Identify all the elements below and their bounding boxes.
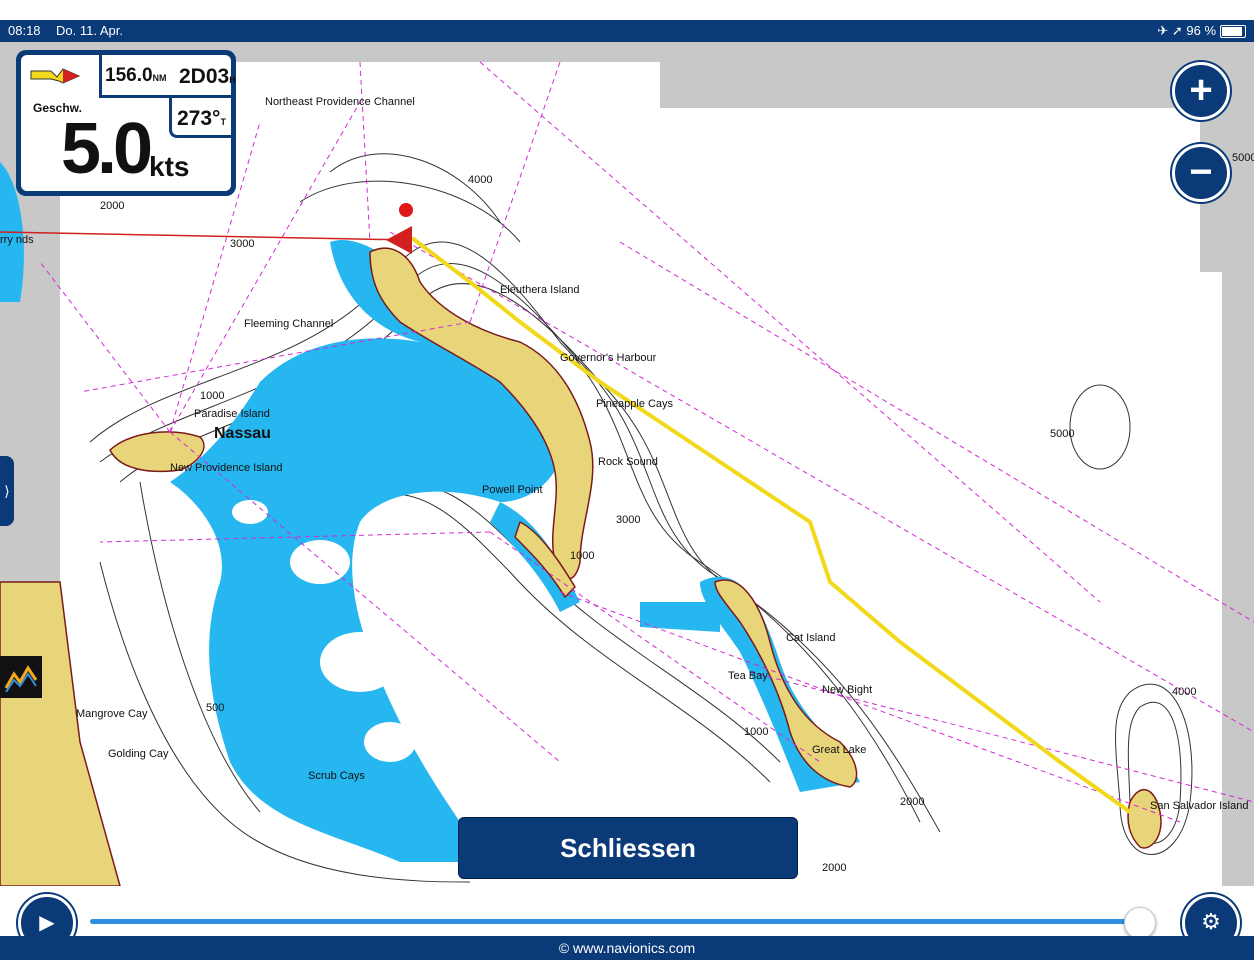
graph-icon bbox=[4, 665, 38, 693]
depth-label: 2000 bbox=[900, 796, 925, 808]
map-label: New Bight bbox=[822, 684, 873, 696]
map-label: Paradise Island bbox=[194, 408, 270, 420]
depth-label: 3000 bbox=[230, 238, 255, 250]
speed-unit: kts bbox=[149, 151, 190, 182]
status-time: 08:18 bbox=[8, 23, 41, 38]
map-label: Northeast Providence Channel bbox=[265, 96, 415, 108]
depth-label: 1000 bbox=[200, 390, 225, 402]
navigation-panel: 156.0NM 2D03H 273°T Geschw. 5.0 kts bbox=[16, 50, 236, 196]
playback-track[interactable] bbox=[90, 919, 1140, 924]
speed-value: 5.0 bbox=[61, 109, 153, 189]
play-icon: ▶ bbox=[39, 912, 55, 934]
zoom-out-button[interactable]: − bbox=[1172, 144, 1230, 202]
side-panel-tab[interactable]: ⟩ bbox=[0, 456, 14, 526]
close-button[interactable]: Schliessen bbox=[458, 817, 798, 879]
battery-icon bbox=[1220, 25, 1246, 38]
status-indicators: ✈ ➚ 96 % bbox=[1157, 23, 1216, 38]
heading-readout: 273°T bbox=[177, 107, 226, 131]
map-label: rry nds bbox=[0, 234, 34, 246]
map-label: Powell Point bbox=[482, 484, 543, 496]
status-date: Do. 11. Apr. bbox=[56, 23, 123, 38]
playback-slider-thumb[interactable] bbox=[1124, 907, 1156, 939]
copyright-footer: © www.navionics.com bbox=[0, 936, 1254, 960]
pin-icon bbox=[399, 203, 413, 217]
depth-label: 1000 bbox=[744, 726, 769, 738]
depth-label: 5000 bbox=[1050, 428, 1075, 440]
eta-unit: H bbox=[229, 75, 236, 85]
distance-value: 156.0 bbox=[105, 65, 153, 86]
map-label: New Providence Island bbox=[170, 462, 283, 474]
chart-layer-button[interactable] bbox=[0, 656, 42, 698]
eta-value: 2D03 bbox=[179, 65, 230, 88]
depth-label: 500 bbox=[206, 702, 225, 714]
zoom-in-button[interactable]: + bbox=[1172, 62, 1230, 120]
map-label-nassau: Nassau bbox=[214, 425, 271, 442]
map-label: Governor's Harbour bbox=[560, 352, 657, 364]
map-label: Mangrove Cay bbox=[76, 708, 148, 720]
heading-unit: T bbox=[220, 117, 226, 127]
route-arrow-icon bbox=[30, 68, 81, 84]
distance-unit: NM bbox=[152, 73, 167, 83]
depth-label: 1000 bbox=[570, 550, 595, 562]
map-label: Cat Island bbox=[786, 632, 836, 644]
distance-readout: 156.0NM bbox=[105, 65, 167, 87]
eta-readout: 2D03H bbox=[179, 65, 236, 89]
heading-value: 273° bbox=[177, 107, 221, 130]
map-label: Golding Cay bbox=[108, 748, 169, 760]
playback-bar: ▶ ⚙ © www.navionics.com bbox=[0, 886, 1254, 960]
depth-label: 2000 bbox=[100, 200, 125, 212]
depth-label: 2000 bbox=[822, 862, 847, 874]
map-label: Scrub Cays bbox=[308, 770, 365, 782]
status-bar: 08:18 Do. 11. Apr. ✈ ➚ 96 % bbox=[0, 0, 1254, 42]
depth-label: 3000 bbox=[616, 514, 641, 526]
map-label: San Salvador Island bbox=[1150, 800, 1249, 812]
map-label: Rock Sound bbox=[598, 456, 658, 468]
depth-label: 4000 bbox=[468, 174, 493, 186]
depth-label: 4000 bbox=[1172, 686, 1197, 698]
map-label: Tea Bay bbox=[728, 670, 768, 682]
depth-label: 5000 bbox=[1232, 152, 1254, 164]
map-label: Pineapple Cays bbox=[596, 398, 674, 410]
gear-icon: ⚙ bbox=[1201, 909, 1221, 934]
map-label: Great Lake bbox=[812, 744, 867, 756]
map-label: Eleuthera Island bbox=[500, 284, 580, 296]
map-label: Fleeming Channel bbox=[244, 318, 334, 330]
